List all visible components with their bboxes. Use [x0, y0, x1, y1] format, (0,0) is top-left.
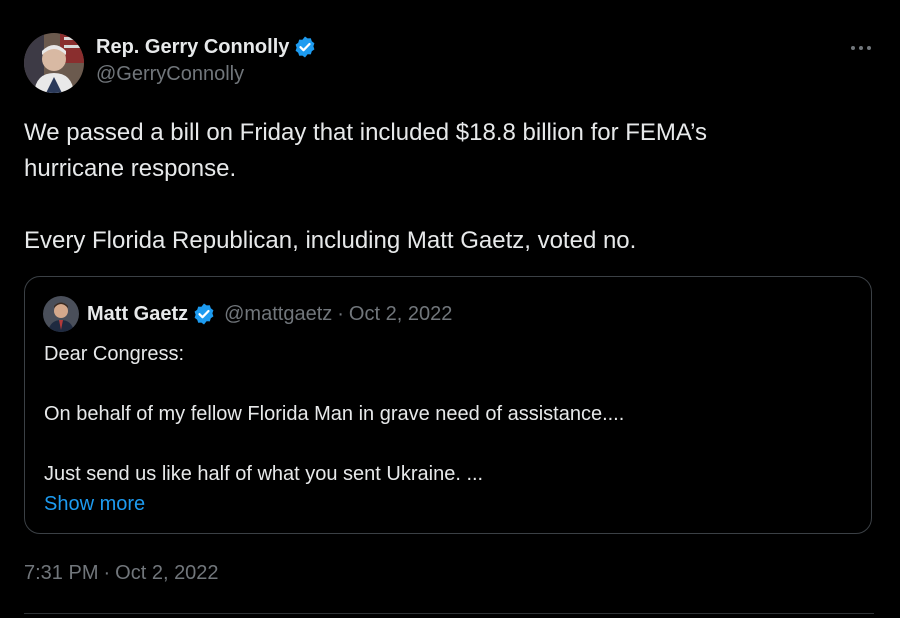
verified-badge-icon[interactable] — [192, 302, 216, 326]
quoted-author-avatar[interactable] — [43, 296, 79, 332]
quoted-text-line: On behalf of my fellow Florida Man in gr… — [44, 403, 625, 425]
tweet-date[interactable]: Oct 2, 2022 — [115, 562, 218, 585]
separator-dot: · — [103, 562, 111, 584]
tweet-text-line: Every Florida Republican, including Matt… — [24, 227, 637, 254]
author-info: Rep. Gerry Connolly @GerryConnolly — [96, 33, 317, 86]
quoted-text-line: Just send us like half of what you sent … — [44, 463, 484, 485]
tweet-text-line: We passed a bill on Friday that included… — [24, 119, 708, 146]
tweet-text: We passed a bill on Friday that included… — [24, 115, 864, 259]
show-more-link[interactable]: Show more — [44, 489, 854, 519]
author-handle[interactable]: @GerryConnolly — [96, 63, 317, 86]
tweet: Rep. Gerry Connolly @GerryConnolly We pa… — [0, 0, 900, 618]
verified-badge-icon[interactable] — [293, 35, 317, 59]
quoted-author-handle[interactable]: @mattgaetz — [224, 303, 332, 326]
quoted-text-line: Dear Congress: — [44, 343, 185, 365]
tweet-text-line: hurricane response. — [24, 155, 237, 182]
separator-dot: · — [337, 302, 344, 325]
quoted-tweet[interactable]: Matt Gaetz @mattgaetz · Oct 2, 2022 Dear… — [24, 276, 872, 534]
divider — [24, 613, 874, 614]
quoted-tweet-date[interactable]: Oct 2, 2022 — [349, 303, 452, 326]
author-name[interactable]: Rep. Gerry Connolly — [96, 36, 289, 59]
more-dots-icon[interactable] — [846, 33, 876, 63]
author-avatar[interactable] — [24, 33, 84, 93]
quoted-author-name[interactable]: Matt Gaetz — [87, 303, 188, 326]
tweet-timestamp[interactable]: 7:31 PM · Oct 2, 2022 — [24, 562, 219, 585]
tweet-time[interactable]: 7:31 PM — [24, 562, 98, 585]
quoted-tweet-text: Dear Congress: On behalf of my fellow Fl… — [44, 339, 854, 519]
quoted-tweet-header: Matt Gaetz @mattgaetz · Oct 2, 2022 — [43, 296, 452, 332]
